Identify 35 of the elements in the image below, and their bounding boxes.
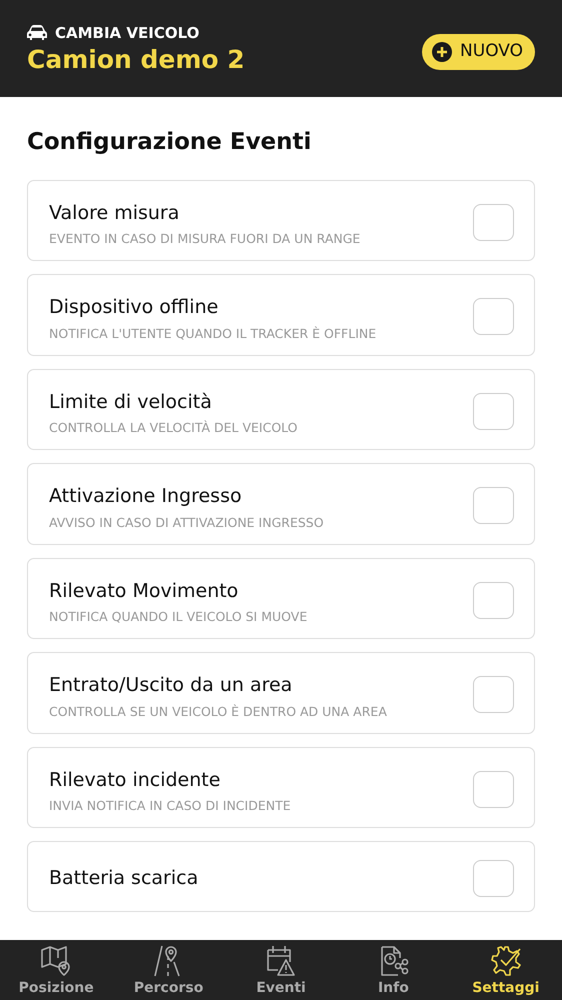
checkbox[interactable] xyxy=(473,392,514,430)
checkbox[interactable] xyxy=(473,298,514,336)
tab[interactable]: Percorso xyxy=(112,940,225,1000)
event-title: Entrato/Uscito da un area xyxy=(49,673,294,698)
checkbox[interactable] xyxy=(473,487,514,524)
checkbox[interactable] xyxy=(473,770,514,808)
event-title: Batteria scarica xyxy=(49,866,198,892)
event-title: Dispositivo offline xyxy=(49,295,220,320)
event-title: Valore misura xyxy=(49,200,180,226)
checkbox[interactable] xyxy=(473,676,514,714)
event-title: Rilevato incidente xyxy=(49,768,222,792)
checkbox[interactable] xyxy=(473,582,514,619)
vehicle-name: Camion demo 2 xyxy=(27,44,245,74)
plus-icon xyxy=(432,42,452,62)
event-title: Attivazione Ingresso xyxy=(49,484,243,509)
event-description: INVIA NOTIFICA IN CASO DI INCIDENTE xyxy=(49,798,291,813)
event-description: AVVISO IN CASO DI ATTIVAZIONE INGRESSO xyxy=(49,514,324,530)
tab[interactable]: Info xyxy=(337,940,450,1000)
car-icon xyxy=(27,25,47,42)
new-button[interactable]: NUOVO xyxy=(422,34,535,70)
gear-check-icon xyxy=(488,944,523,978)
event-description: CONTROLLA LA VELOCITÀ DEL VEICOLO xyxy=(49,420,298,435)
section-title: Configurazione Eventi xyxy=(27,128,312,157)
checkbox[interactable] xyxy=(473,860,514,897)
event-description: EVENTO IN CASO DI MISURA FUORI DA UN RANGE xyxy=(49,231,360,246)
tab[interactable]: Posizione xyxy=(0,940,112,1000)
change-vehicle-link[interactable]: CAMBIA VEICOLO xyxy=(55,22,200,44)
tab[interactable]: Settaggi xyxy=(450,940,562,1000)
event-title: Rilevato Movimento xyxy=(49,578,240,604)
checkbox[interactable] xyxy=(473,204,514,241)
tab[interactable]: Eventi xyxy=(224,940,338,1000)
event-description: CONTROLLA SE UN VEICOLO È DENTRO AD UNA AREA xyxy=(49,704,387,718)
event-description: NOTIFICA QUANDO IL VEICOLO SI MUOVE xyxy=(49,609,308,624)
event-description: NOTIFICA L'UTENTE QUANDO IL TRACKER È OFFLINE xyxy=(49,326,376,340)
event-title: Limite di velocità xyxy=(49,390,213,414)
